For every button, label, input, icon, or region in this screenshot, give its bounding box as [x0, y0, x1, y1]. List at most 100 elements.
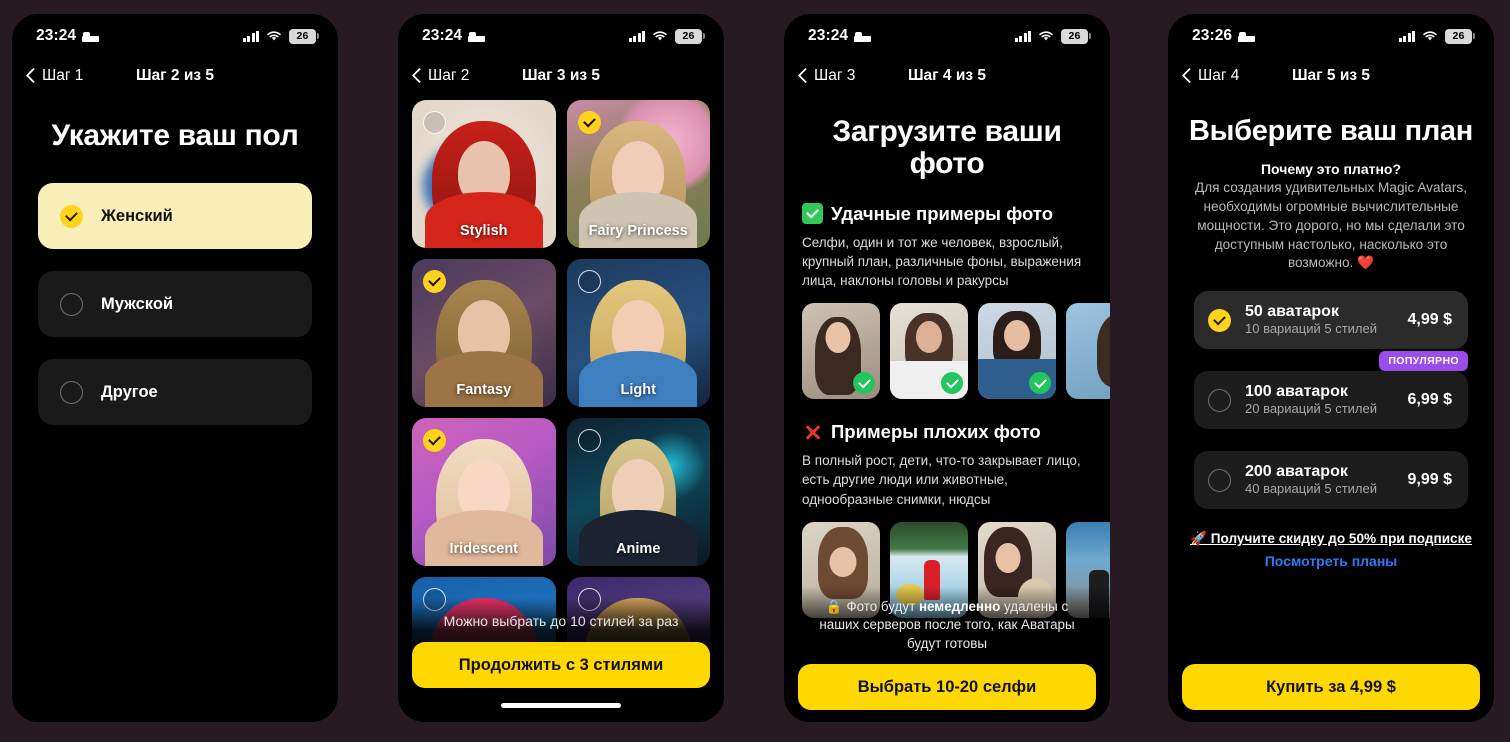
status-bar-right: 26	[242, 28, 319, 44]
status-bar-right: 26	[1398, 28, 1475, 44]
back-button[interactable]: Шаг 1	[26, 67, 83, 85]
plan-details: 200 аватарок 40 вариаций 5 стилей	[1245, 463, 1408, 498]
bed-icon	[854, 31, 872, 42]
phone-screen-styles: 23:24 26 Шаг 2 Шаг 3 из 5 Stylish Fairy …	[398, 14, 724, 722]
plan-price: 4,99 $	[1407, 311, 1452, 329]
gender-option-other[interactable]: Другое	[38, 359, 312, 426]
good-examples-title: Удачные примеры фото	[831, 202, 1054, 224]
photo-thumbnail[interactable]	[1066, 303, 1110, 400]
wifi-icon	[1422, 30, 1438, 42]
status-bar-left: 23:26	[1192, 27, 1256, 45]
plans-list: 50 аватарок 10 вариаций 5 стилей 4,99 $ …	[1168, 291, 1494, 510]
style-checkbox-unchecked[interactable]	[577, 270, 601, 293]
chevron-left-icon	[1182, 68, 1191, 84]
gender-options-list: Женский Мужской Другое	[12, 183, 338, 426]
back-label: Шаг 1	[42, 67, 84, 84]
back-label: Шаг 3	[814, 67, 856, 84]
status-bar-left: 23:24	[422, 27, 486, 45]
photo-thumbnail[interactable]	[890, 303, 968, 400]
phone-screen-gender: 23:24 26 Шаг 1 Шаг 2 из 5 Укажите ваш по…	[12, 14, 338, 722]
why-paid-block: Почему это платно? Для создания удивител…	[1168, 161, 1494, 273]
style-card[interactable]: Iridescent	[412, 418, 556, 566]
plan-name: 200 аватарок	[1245, 462, 1348, 480]
gender-option-label: Мужской	[101, 294, 174, 313]
chevron-left-icon	[26, 68, 35, 84]
gender-screen-body: Укажите ваш пол Женский Мужской Другое	[12, 119, 338, 722]
gender-option-female[interactable]: Женский	[38, 183, 312, 250]
popular-badge: ПОПУЛЯРНО	[1379, 351, 1468, 372]
nav-bar: Шаг 3 Шаг 4 из 5	[784, 58, 1110, 94]
battery-icon: 26	[675, 28, 705, 44]
signal-bars-icon	[628, 30, 645, 42]
styles-screen-body: Stylish Fairy Princess Fantasy Light Iri…	[398, 94, 724, 722]
continue-button[interactable]: Продолжить с 3 стилями	[412, 642, 710, 688]
style-label: Fantasy	[456, 382, 512, 398]
signal-bars-icon	[242, 30, 259, 42]
privacy-note-strong: немедленно	[918, 598, 1001, 614]
bed-icon	[1238, 31, 1256, 42]
bed-icon	[82, 31, 100, 42]
check-square-icon	[802, 203, 823, 225]
clock-label: 23:24	[808, 27, 849, 44]
style-checkbox-checked[interactable]	[423, 270, 446, 293]
radio-unchecked-icon	[1208, 388, 1231, 412]
back-button[interactable]: Шаг 3	[798, 67, 855, 85]
gender-option-label: Женский	[101, 206, 173, 225]
plan-option-50[interactable]: 50 аватарок 10 вариаций 5 стилей 4,99 $	[1194, 291, 1468, 350]
battery-icon: 26	[289, 28, 319, 44]
view-plans-link[interactable]: Посмотреть планы	[1168, 553, 1494, 569]
phone-screen-photos: 23:24 26 Шаг 3 Шаг 4 из 5 Загрузите ваши…	[784, 14, 1110, 722]
style-card[interactable]: Anime	[566, 418, 710, 566]
bad-examples-heading: Примеры плохих фото	[802, 421, 1092, 443]
plan-name: 50 аватарок	[1245, 302, 1339, 320]
back-button[interactable]: Шаг 2	[412, 67, 469, 85]
style-checkbox-unchecked[interactable]	[577, 429, 601, 452]
privacy-note: 🔒 Фото будут немедленно удалены с наших с…	[798, 586, 1096, 665]
status-bar: 23:24 26	[398, 14, 724, 58]
screenshot-canvas: 23:24 26 Шаг 1 Шаг 2 из 5 Укажите ваш по…	[0, 0, 1510, 742]
style-checkbox-checked[interactable]	[423, 429, 446, 452]
back-button[interactable]: Шаг 4	[1182, 67, 1239, 85]
wifi-icon	[266, 30, 282, 42]
status-bar-left: 23:24	[36, 27, 100, 45]
signal-bars-icon	[1398, 30, 1415, 42]
good-examples-description: Селфи, один и тот же человек, взрослый, …	[802, 234, 1082, 289]
photos-screen-body: Загрузите ваши фото Удачные примеры фото…	[784, 115, 1110, 722]
photo-thumbnail[interactable]	[802, 303, 880, 400]
photo-thumbnail[interactable]	[978, 303, 1056, 400]
style-label: Fairy Princess	[588, 223, 688, 239]
gender-option-male[interactable]: Мужской	[38, 271, 312, 338]
wifi-icon	[1038, 30, 1054, 42]
style-label: Anime	[616, 541, 661, 557]
radio-unchecked-icon	[60, 292, 83, 316]
radio-unchecked-icon	[60, 380, 83, 404]
nav-bar: Шаг 4 Шаг 5 из 5	[1168, 58, 1494, 94]
why-paid-body: Для создания удивительных Magic Avatars,…	[1195, 180, 1467, 271]
style-card[interactable]: Stylish	[412, 100, 556, 248]
gender-option-label: Другое	[101, 382, 158, 401]
good-photo-strip[interactable]	[784, 303, 1110, 400]
plan-subtitle: 10 вариаций 5 стилей	[1245, 321, 1377, 337]
photos-bottom-bar: 🔒 Фото будут немедленно удалены с наших с…	[784, 585, 1110, 722]
nav-bar: Шаг 1 Шаг 2 из 5	[12, 58, 338, 94]
bad-examples-description: В полный рост, дети, что-то закрывает ли…	[802, 453, 1081, 507]
plans-bottom-bar: Купить за 4,99 $	[1168, 656, 1494, 722]
plan-option-100[interactable]: ПОПУЛЯРНО 100 аватарок 20 вариаций 5 сти…	[1194, 351, 1468, 430]
plan-option-200[interactable]: 200 аватарок 40 вариаций 5 стилей 9,99 $	[1194, 451, 1468, 510]
style-checkbox-unchecked[interactable]	[423, 111, 446, 134]
clock-label: 23:26	[1192, 27, 1233, 44]
select-selfies-button[interactable]: Выбрать 10-20 селфи	[798, 664, 1096, 710]
style-card[interactable]: Fairy Princess	[566, 100, 710, 248]
buy-button[interactable]: Купить за 4,99 $	[1182, 664, 1480, 710]
status-bar-right: 26	[1014, 28, 1091, 44]
style-card[interactable]: Fantasy	[412, 259, 556, 407]
clock-label: 23:24	[36, 27, 77, 44]
battery-icon: 26	[1061, 28, 1091, 44]
plan-price: 9,99 $	[1407, 471, 1452, 489]
plan-name: 100 аватарок	[1245, 382, 1348, 400]
plan-details: 50 аватарок 10 вариаций 5 стилей	[1245, 303, 1408, 338]
style-card[interactable]: Light	[566, 259, 710, 407]
subscription-discount-link[interactable]: 🚀 Получите скидку до 50% при подписке	[1168, 531, 1494, 547]
style-checkbox-checked[interactable]	[577, 111, 601, 134]
back-label: Шаг 2	[428, 67, 470, 84]
